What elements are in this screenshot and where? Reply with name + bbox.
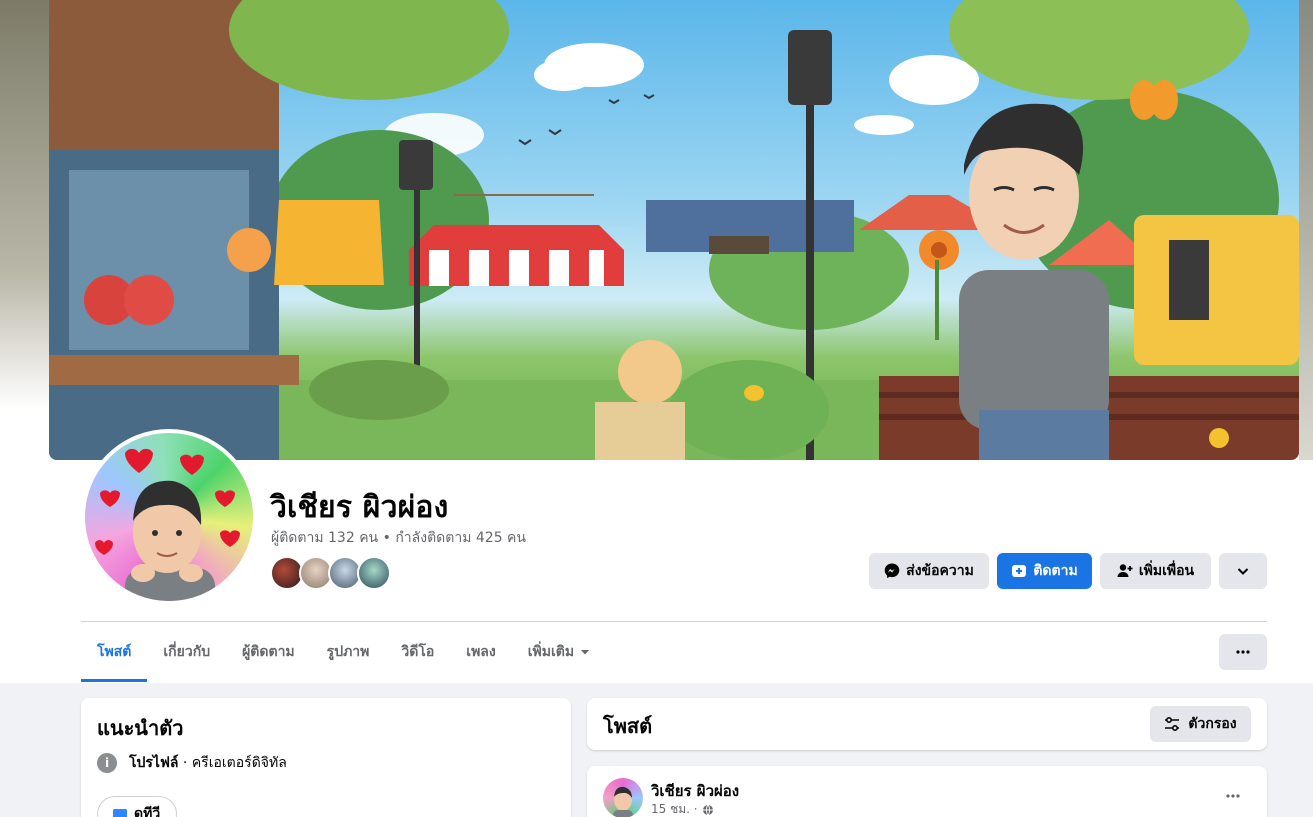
follow-icon <box>1012 565 1027 577</box>
tab-posts[interactable]: โพสต์ <box>81 622 148 682</box>
tab-videos-label: วิดีโอ <box>401 644 435 660</box>
tab-more-label: เพิ่มเติม <box>527 644 575 660</box>
tab-music-label: เพลง <box>466 644 496 660</box>
posts-header-card: โพสต์ ตัวกรอง <box>587 698 1267 750</box>
messenger-icon <box>884 563 900 579</box>
globe-icon <box>702 804 713 815</box>
background-blur-left <box>0 0 49 683</box>
profile-options-dropdown[interactable] <box>1219 553 1267 589</box>
watch-tv-label: ดูทีวี <box>134 806 161 817</box>
followers-count-link[interactable]: ผู้ติดตาม 132 คน <box>271 530 378 546</box>
tab-videos[interactable]: วิดีโอ <box>385 622 450 682</box>
posts-title: โพสต์ <box>603 714 653 738</box>
ellipsis-icon <box>1226 794 1240 798</box>
intro-profile-label: โปรไฟล์ <box>129 755 179 771</box>
profile-picture[interactable] <box>81 429 257 605</box>
cover-photo[interactable] <box>49 0 1299 460</box>
tab-about[interactable]: เกี่ยวกับ <box>147 622 226 682</box>
chevron-down-icon <box>1237 568 1249 575</box>
tab-about-label: เกี่ยวกับ <box>163 644 211 660</box>
tab-followers-label: ผู้ติดตาม <box>242 644 295 660</box>
profile-name: วิเชียร ผิวผ่อง <box>270 490 449 525</box>
post-time-text[interactable]: 15 ชม. · <box>651 800 698 817</box>
intro-card: แนะนำตัว i โปรไฟล์ · ครีเอเตอร์ดิจิทัล ด… <box>81 698 571 817</box>
ellipsis-icon <box>1236 650 1250 654</box>
follow-stats: ผู้ติดตาม 132 คน • กำลังติดตาม 425 คน <box>271 527 526 549</box>
tabs-more-options-button[interactable] <box>1219 634 1267 670</box>
post-timestamp: 15 ชม. · <box>651 800 714 817</box>
tab-followers[interactable]: ผู้ติดตาม <box>226 622 311 682</box>
tab-music[interactable]: เพลง <box>450 622 511 682</box>
watch-tv-button[interactable]: ดูทีวี <box>97 796 177 817</box>
tab-photos-label: รูปภาพ <box>326 644 370 660</box>
follower-avatar[interactable] <box>357 556 391 590</box>
avatar-illustration <box>95 448 240 601</box>
add-friend-button[interactable]: เพิ่มเพื่อน <box>1100 553 1211 589</box>
follow-button[interactable]: ติดตาม <box>997 553 1092 589</box>
post-options-button[interactable] <box>1215 784 1251 808</box>
following-count-link[interactable]: กำลังติดตาม 425 คน <box>395 530 526 546</box>
add-friend-button-label: เพิ่มเพื่อน <box>1138 563 1195 579</box>
tab-posts-label: โพสต์ <box>97 644 132 660</box>
intro-profile-row: i โปรไฟล์ · ครีเอเตอร์ดิจิทัล <box>97 752 287 774</box>
tv-icon <box>113 809 127 817</box>
filter-button-label: ตัวกรอง <box>1188 716 1237 732</box>
intro-title: แนะนำตัว <box>97 716 184 740</box>
filter-button[interactable]: ตัวกรอง <box>1150 706 1251 742</box>
tab-more[interactable]: เพิ่มเติม <box>512 622 608 682</box>
filter-sliders-icon <box>1165 716 1180 732</box>
intro-profile-text: โปรไฟล์ · ครีเอเตอร์ดิจิทัล <box>129 752 287 774</box>
profile-tabs: โพสต์ เกี่ยวกับ ผู้ติดตาม รูปภาพ วิดีโอ … <box>81 622 608 682</box>
caret-down-icon <box>581 650 590 655</box>
background-blur-right <box>1299 0 1313 460</box>
stats-separator: • <box>378 530 396 546</box>
follow-button-label: ติดตาม <box>1033 563 1078 579</box>
intro-profile-detail: · ครีเอเตอร์ดิจิทัล <box>178 755 287 771</box>
message-button-label: ส่งข้อความ <box>906 563 974 579</box>
tab-photos[interactable]: รูปภาพ <box>311 622 386 682</box>
cover-illustration <box>49 0 1299 460</box>
message-button[interactable]: ส่งข้อความ <box>869 553 989 589</box>
info-icon: i <box>97 753 117 773</box>
post-card: วิเชียร ผิวผ่อง 15 ชม. · <box>587 766 1267 817</box>
post-avatar-illustration <box>613 786 633 817</box>
profile-page: วิเชียร ผิวผ่อง ผู้ติดตาม 132 คน • กำลัง… <box>0 0 1313 817</box>
post-author-avatar[interactable] <box>603 778 643 817</box>
add-friend-icon <box>1117 564 1133 577</box>
